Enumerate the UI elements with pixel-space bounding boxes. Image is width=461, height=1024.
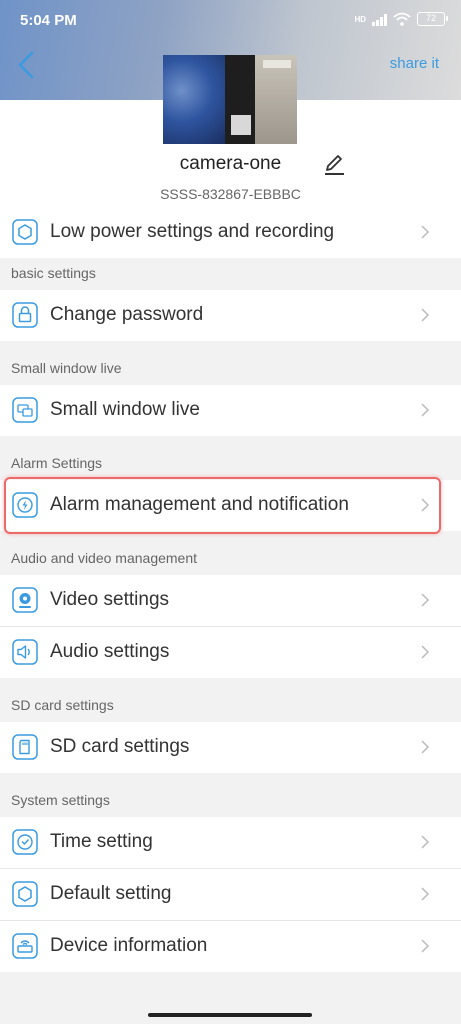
lock-icon <box>12 302 38 328</box>
hexagon-icon <box>12 219 38 245</box>
share-button[interactable]: share it <box>390 55 439 72</box>
chevron-right-icon <box>421 308 430 322</box>
status-time: 5:04 PM <box>20 12 77 29</box>
pencil-icon <box>325 155 344 175</box>
back-button[interactable] <box>12 48 42 82</box>
section-small-window: Small window live <box>11 360 122 376</box>
small-window-live-label: Small window live <box>50 399 200 420</box>
device-header: 5:04 PM HD 72 share it camera-one SSSS-8… <box>0 0 461 207</box>
section-system-settings: System settings <box>11 792 110 808</box>
section-audio-video: Audio and video management <box>11 550 198 566</box>
chevron-right-icon <box>421 740 430 754</box>
section-basic-settings: basic settings <box>11 265 96 281</box>
speaker-icon <box>12 639 38 665</box>
sd-card-settings-label: SD card settings <box>50 736 190 757</box>
change-password-label: Change password <box>50 304 204 325</box>
window-icon <box>12 397 38 423</box>
chevron-right-icon <box>421 645 430 659</box>
time-setting-label: Time setting <box>50 831 153 852</box>
video-settings-row[interactable]: Video settings <box>0 575 461 626</box>
battery-icon: 72 <box>417 12 448 26</box>
network-type: HD <box>354 14 366 24</box>
wifi-icon <box>393 12 411 26</box>
chevron-right-icon <box>421 887 430 901</box>
video-settings-label: Video settings <box>50 589 170 610</box>
chevron-left-icon <box>18 51 34 79</box>
low-power-label: Low power settings and recording <box>50 221 335 242</box>
section-sd-card: SD card settings <box>11 697 114 713</box>
section-alarm-settings: Alarm Settings <box>11 455 103 471</box>
chevron-right-icon <box>421 498 430 512</box>
audio-settings-label: Audio settings <box>50 641 170 662</box>
camera-thumbnail[interactable] <box>163 55 297 144</box>
router-icon <box>12 933 38 959</box>
chevron-right-icon <box>421 225 430 239</box>
sd-card-icon <box>12 734 38 760</box>
chevron-right-icon <box>421 403 430 417</box>
device-information-row[interactable]: Device information <box>0 921 461 972</box>
device-information-label: Device information <box>50 935 208 956</box>
change-password-row[interactable]: Change password <box>0 290 461 341</box>
time-setting-row[interactable]: Time setting <box>0 817 461 868</box>
chevron-right-icon <box>421 593 430 607</box>
alarm-management-row[interactable]: Alarm management and notification <box>0 480 461 531</box>
edit-name-button[interactable] <box>322 152 346 176</box>
lightning-icon <box>12 492 38 518</box>
clock-icon <box>12 829 38 855</box>
gear-icon <box>12 881 38 907</box>
default-setting-label: Default setting <box>50 883 172 904</box>
device-name: camera-one <box>179 153 282 174</box>
alarm-management-label: Alarm management and notification <box>50 494 349 515</box>
low-power-row[interactable]: Low power settings and recording <box>0 207 461 258</box>
status-icons: HD 72 <box>354 12 448 26</box>
device-uid: SSSS-832867-EBBBC <box>160 186 301 202</box>
webcam-icon <box>12 587 38 613</box>
default-setting-row[interactable]: Default setting <box>0 869 461 920</box>
status-bar: 5:04 PM HD 72 <box>0 0 461 40</box>
chevron-right-icon <box>421 939 430 953</box>
chevron-right-icon <box>421 835 430 849</box>
home-indicator[interactable] <box>148 1013 312 1017</box>
audio-settings-row[interactable]: Audio settings <box>0 627 461 678</box>
signal-icon <box>372 13 387 26</box>
sd-card-settings-row[interactable]: SD card settings <box>0 722 461 773</box>
small-window-live-row[interactable]: Small window live <box>0 385 461 436</box>
